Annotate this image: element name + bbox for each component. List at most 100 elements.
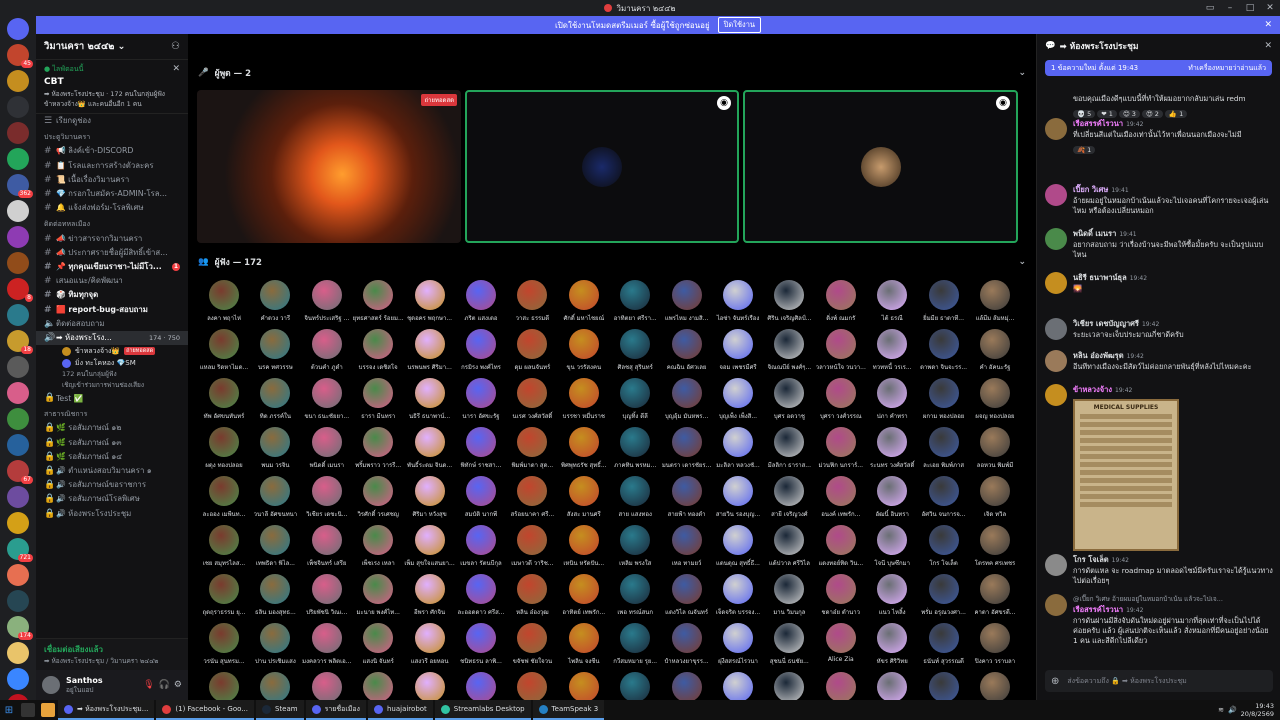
listener[interactable]: แสงนิ จันทร์ — [352, 623, 404, 671]
listener[interactable]: จินทร์ประเสริฐ ... — [301, 280, 353, 328]
listener[interactable]: มาน วิมนกุล — [763, 574, 815, 622]
server-icon[interactable] — [7, 642, 29, 664]
text-channel[interactable]: # เสนอแนะ/คิดพัฒนา — [36, 274, 188, 288]
listener[interactable]: กมล เรืองชัย — [815, 672, 867, 700]
listener[interactable]: อาทิตยา ศรีรา... — [609, 280, 661, 328]
voice-channel-path[interactable]: ➡ ห้องพระโรงประชุม / วิมานครา ๒๔๔๒ — [44, 656, 180, 666]
listener[interactable]: วรนัน สุนทรม... — [198, 623, 250, 671]
category-header[interactable]: ติดต่อทหลเมือง — [36, 217, 188, 231]
listener[interactable]: อาทิตย์ เทพรัก... — [558, 574, 610, 622]
listener[interactable]: นธิรี ธนาพาน์... — [404, 378, 456, 426]
message-author[interactable]: เปี๊ยก วิเศษ 19:41 — [1073, 184, 1273, 196]
taskbar-app[interactable]: Streamlabs Desktop — [434, 700, 531, 720]
listener[interactable]: มงคลวาร พลิตเอ... — [301, 623, 353, 671]
listener[interactable]: ทวทหนี้ วรเร... — [866, 329, 918, 377]
reaction[interactable]: 😍 2 — [1141, 110, 1163, 118]
speaker-tile[interactable]: ◉ — [743, 90, 1018, 243]
wifi-icon[interactable]: ≋ — [1218, 706, 1224, 714]
inbox-icon[interactable]: ▭ — [1200, 0, 1220, 16]
listener[interactable]: วิรศักดิ์ วรเศชญ — [352, 476, 404, 524]
listener[interactable]: แดงทอย์ทิด วิน... — [815, 525, 867, 573]
listener[interactable]: แนว ไหลิ้ง — [866, 574, 918, 622]
listener[interactable]: ถุดฤราธรรม ยุ... — [198, 574, 250, 622]
gear-icon[interactable]: ⚙ — [174, 680, 182, 690]
server-icon[interactable] — [7, 408, 29, 430]
message-author[interactable]: เรือสรรค์ไรวนา 19:42 — [1073, 604, 1273, 616]
category-header[interactable]: ประตูวิมานครา — [36, 130, 188, 144]
server-icon[interactable] — [7, 304, 29, 326]
listener[interactable]: กวีสมหมาย รุย... — [609, 623, 661, 671]
listener[interactable]: เพอ ทรณ์สนก — [609, 574, 661, 622]
listener[interactable]: เจิด ทวิล — [969, 476, 1021, 524]
listener[interactable]: คำดวง วารี — [249, 280, 301, 328]
close-button[interactable]: ✕ — [1260, 0, 1280, 16]
listener[interactable]: เจ็ดจริต บรรจง... — [712, 574, 764, 622]
voice-member[interactable]: มิ่ง ทะโคหอง 💎SM — [36, 357, 188, 369]
listener[interactable]: จิณณบีย์ พงศ์ๆ... — [763, 329, 815, 377]
taskbar-app[interactable]: TeamSpeak 3 — [532, 700, 605, 720]
listener[interactable]: นรค ทศวรรษ — [249, 329, 301, 377]
file-explorer-icon[interactable] — [41, 703, 55, 717]
listener[interactable]: บุญเพ็ง เพ็งสิ... — [712, 378, 764, 426]
listener[interactable]: พิมพ์ ทองแท้ — [918, 672, 970, 700]
voice-channel[interactable]: 🔒 🔊 ตำแหน่งสอบวิมานครา ๑ — [36, 464, 188, 478]
reaction[interactable]: 🍂 1 — [1073, 146, 1096, 154]
taskbar-app[interactable]: รายชื่อเมือง — [305, 700, 366, 720]
taskbar-app[interactable]: (1) Facebook - Goo... — [156, 700, 254, 720]
listener[interactable]: บุศรา วงศ์วรรณ — [815, 378, 867, 426]
reaction[interactable]: ❤ 1 — [1097, 110, 1117, 118]
listener[interactable]: ชยา จันทร์ดี — [866, 672, 918, 700]
server-icon[interactable] — [7, 226, 29, 248]
listener[interactable]: ผกาม ทองปลอย — [918, 378, 970, 426]
avatar[interactable] — [1045, 228, 1067, 250]
listener[interactable]: ผดุง ทองปลอย — [198, 427, 250, 475]
listener[interactable]: อัศวิน จนการจ... — [918, 476, 970, 524]
listener[interactable]: แหลม ริดหาไมด... — [198, 329, 250, 377]
live-event-card[interactable]: ● ไลฟ์ตอนนี้ CBT ➡ ห้องพระโรงประชุม · 17… — [36, 60, 188, 114]
attached-image[interactable]: MEDICAL SUPPLIES — [1073, 399, 1179, 551]
listener[interactable]: ภาคทิน พรหม... — [609, 427, 661, 475]
listener[interactable]: พนิดดิ์ เมนรา — [301, 427, 353, 475]
listener[interactable]: ดนุ รวิสุข — [352, 672, 404, 700]
reaction[interactable]: 💀 5 — [1073, 110, 1096, 118]
listener[interactable]: ลงคา พฤาไห่ — [198, 280, 250, 328]
windows-start-icon[interactable]: ⊞ — [0, 700, 18, 720]
listener[interactable]: รัชนี สายทอง — [661, 672, 713, 700]
listener[interactable]: เพ็ชเรง เหลา — [352, 525, 404, 573]
server-icon[interactable] — [7, 96, 29, 118]
avatar[interactable] — [1045, 554, 1067, 576]
listener[interactable]: ธารา มีนทรา — [352, 378, 404, 426]
listener[interactable]: นารา อัศขะรัฐ — [455, 378, 507, 426]
listener[interactable]: ผจญ ทองปลอย — [969, 378, 1021, 426]
chevron-down-icon[interactable]: ⌄ — [1018, 68, 1026, 78]
server-icon[interactable] — [7, 356, 29, 378]
listener[interactable]: ลอหวน พิมพ์มี — [969, 427, 1021, 475]
listener[interactable]: ปาน ปรเชิมแสง — [249, 623, 301, 671]
listener[interactable]: ยุทธศาสตร์ ร้อยม... — [352, 280, 404, 328]
avatar[interactable] — [1045, 272, 1067, 294]
text-channel[interactable]: # 📜 เนื้อเรื่องวิมานครา — [36, 173, 188, 187]
server-icon[interactable] — [7, 382, 29, 404]
close-icon[interactable]: ✕ — [1264, 41, 1272, 51]
listener[interactable]: จอม เพชรมีศรี — [712, 329, 764, 377]
voice-channel[interactable]: 🔒 🌿 รอสัมภาษณ์ ๑๔ — [36, 450, 188, 464]
message-author[interactable]: หลิน อ๋องพัฒรุต 19:42 — [1073, 350, 1273, 362]
listener[interactable]: สายฟ้า ทองดำ — [661, 476, 713, 524]
listener[interactable]: พนม วรจิน — [249, 427, 301, 475]
server-icon[interactable]: 18 — [7, 330, 33, 354]
taskbar-app[interactable]: huajairobot — [367, 700, 433, 720]
voice-channel[interactable]: 🔒 🔊 รอสัมภาษณ์โรลพิเศษ — [36, 492, 188, 506]
disable-streamer-mode-button[interactable]: ปิดใช้งาน — [717, 17, 762, 33]
listener[interactable]: ธนันท์ สุวรรณดี — [918, 623, 970, 671]
text-channel[interactable]: # 📢 ลิงค์เข้า-DISCORD — [36, 144, 188, 158]
voice-meta[interactable]: เชิญเข้าร่วมการพ่านช่องเสียง — [36, 380, 188, 391]
server-icon[interactable] — [7, 122, 29, 144]
text-channel[interactable]: # 💎 กรอกใบสมัคร-ADMIN-โรล... — [36, 187, 188, 201]
listener[interactable]: ศักดิ์ มหาไชยณ์ — [558, 280, 610, 328]
message-author[interactable]: ข้าหลวงจ้าง 19:42 — [1073, 384, 1273, 396]
new-messages-bar[interactable]: 1 ข้อความใหม่ ตั้งแต่ 19:43 ทำเครื่องหมา… — [1045, 60, 1272, 76]
server-icon[interactable] — [7, 148, 29, 170]
server-icon[interactable] — [7, 18, 29, 40]
listener[interactable]: ละออดดาว ศรีส... — [455, 574, 507, 622]
listener[interactable]: สร้อยนาคา ศรี... — [506, 476, 558, 524]
